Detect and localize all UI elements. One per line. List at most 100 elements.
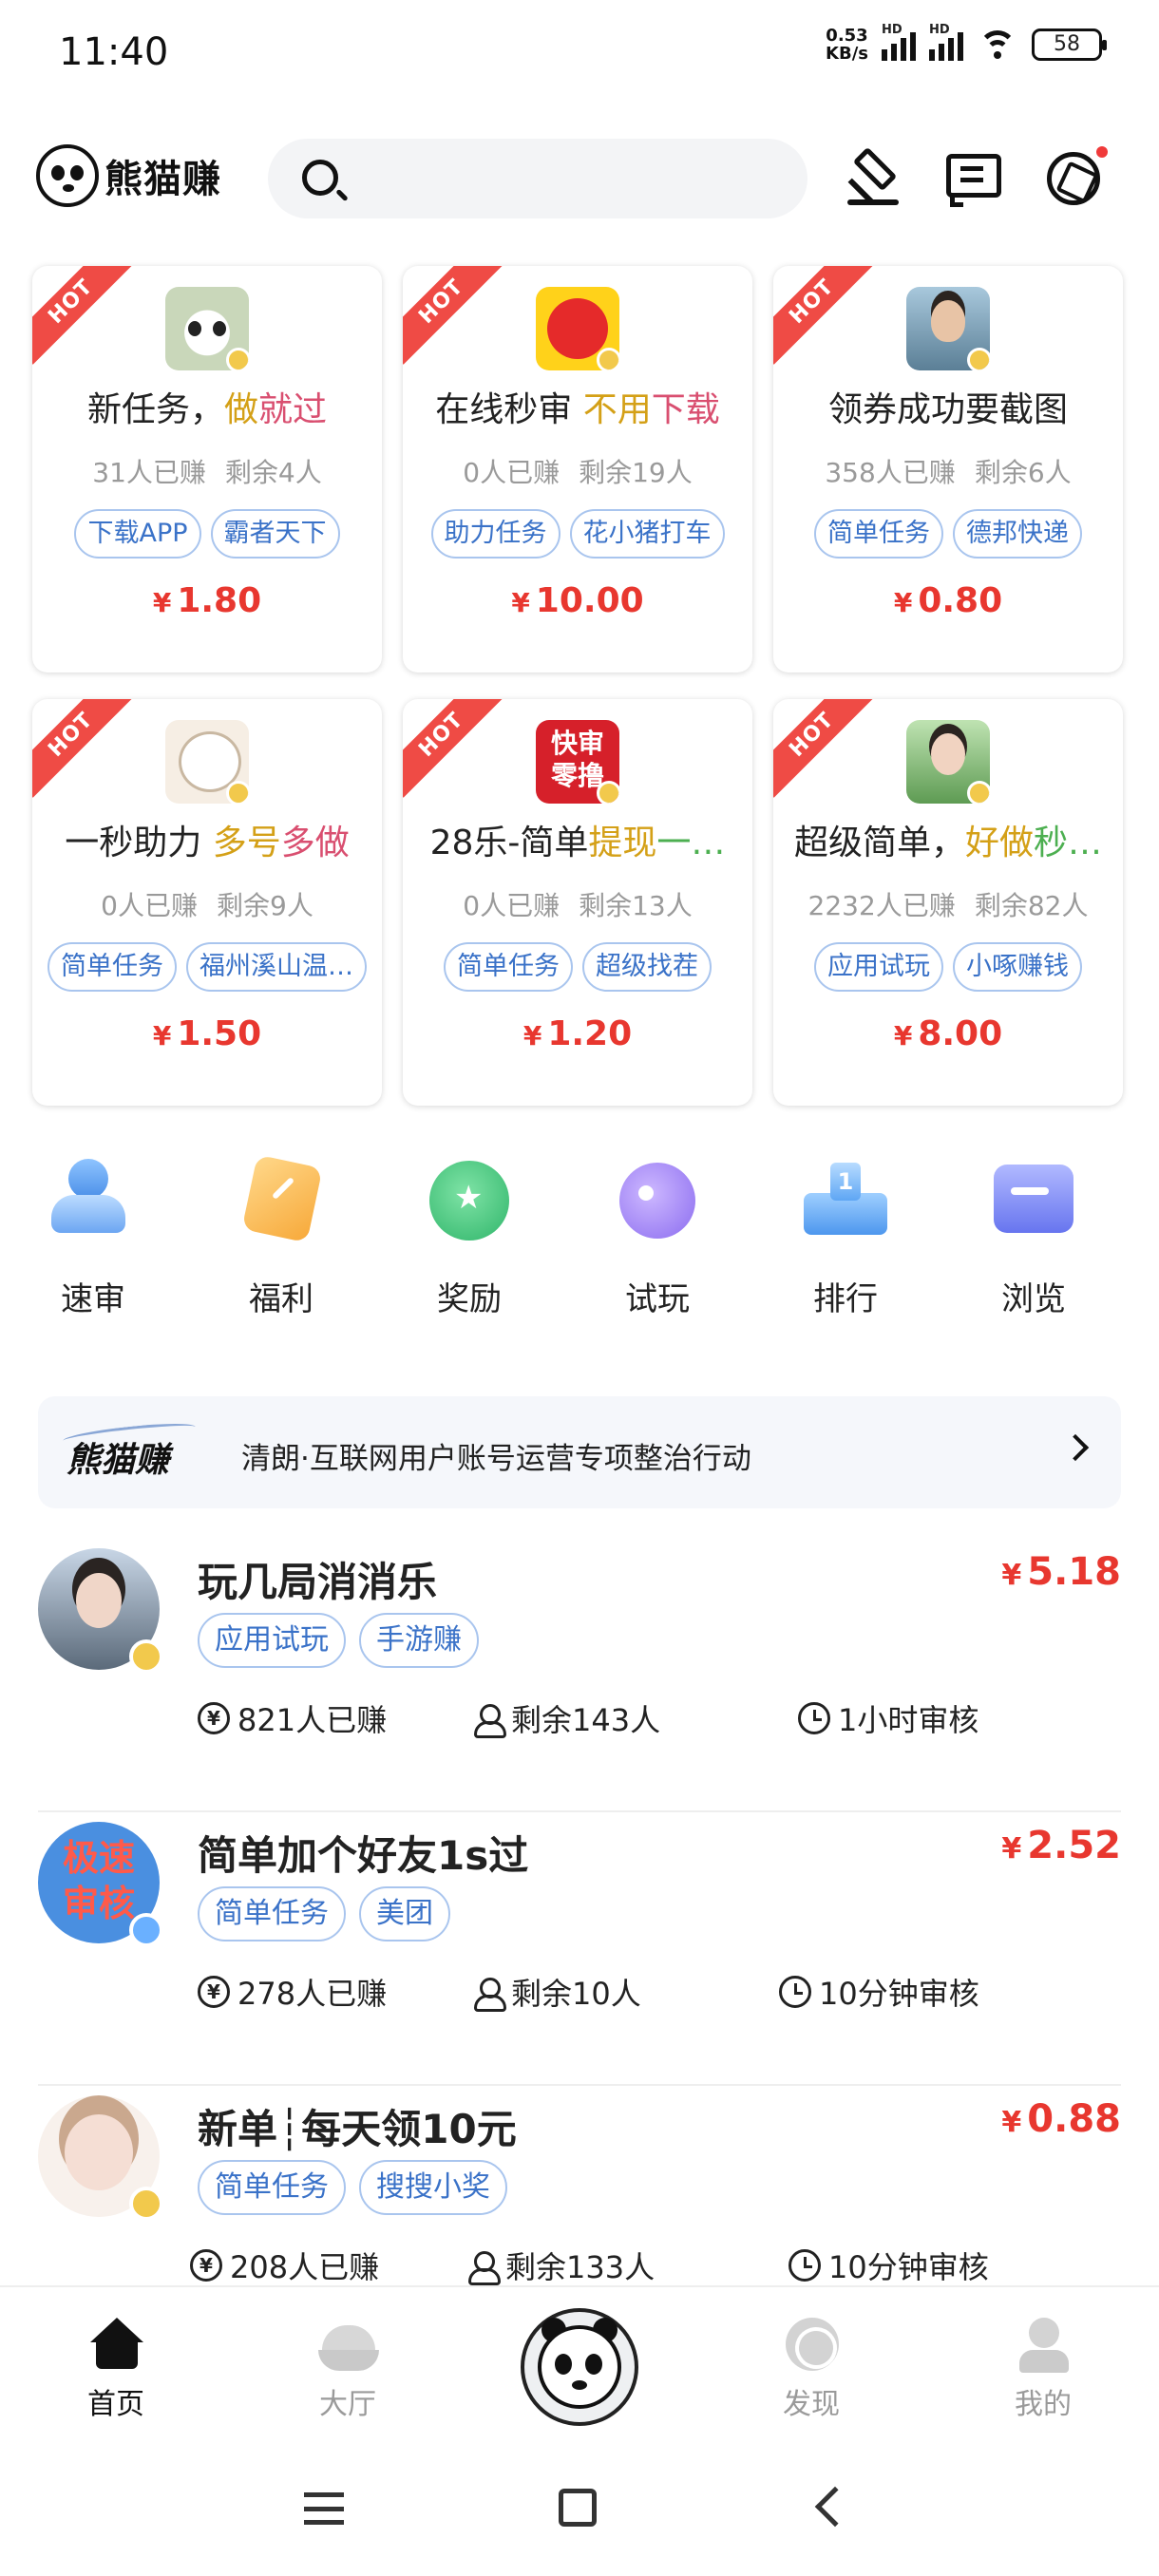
currency-symbol: ¥ xyxy=(893,587,913,618)
task-tag[interactable]: 简单任务 xyxy=(198,2160,346,2215)
nav-tab-hall[interactable]: 大厅 xyxy=(272,2316,424,2422)
task-tag[interactable]: 简单任务 xyxy=(444,942,573,992)
review-time: 10分钟审核 xyxy=(788,2244,989,2287)
net-speed-unit: KB/s xyxy=(826,44,868,64)
crown-badge-icon xyxy=(597,348,619,370)
price-value: 2.52 xyxy=(1027,1824,1121,1867)
panda-center-button[interactable] xyxy=(521,2308,638,2426)
crown-badge-icon xyxy=(967,781,990,804)
task-tag[interactable]: 超级找茬 xyxy=(582,942,712,992)
category-fast-review[interactable]: 速审 xyxy=(27,1151,160,1319)
category-label: 速审 xyxy=(61,1280,125,1318)
search-bar[interactable] xyxy=(268,139,808,218)
crown-badge-icon xyxy=(129,1913,163,1947)
hot-task-stats: 2232人已赚 剩余82人 xyxy=(773,885,1123,923)
category-reward[interactable]: ★ 奖励 xyxy=(403,1151,536,1319)
back-arrow-icon[interactable] xyxy=(814,2486,856,2528)
task-tag[interactable]: 德邦快递 xyxy=(953,509,1082,559)
task-tag[interactable]: 简单任务 xyxy=(198,1886,346,1941)
avatar-text: 极速审核 xyxy=(62,1837,135,1924)
task-tag[interactable]: 简单任务 xyxy=(814,509,943,559)
category-label: 浏览 xyxy=(1001,1280,1066,1318)
task-list-item[interactable]: 极速审核 简单加个好友1s过 ¥2.52 简单任务 美团 ¥278人已赚 剩余1… xyxy=(38,1812,1121,2086)
trial-icon xyxy=(610,1151,705,1246)
task-tags: 简单任务 美团 xyxy=(198,1886,450,1941)
recent-apps-icon[interactable] xyxy=(304,2492,344,2525)
nav-tab-discover[interactable]: 发现 xyxy=(735,2316,887,2422)
currency-symbol: ¥ xyxy=(1001,1559,1022,1592)
task-price: ¥2.52 xyxy=(1001,1824,1121,1867)
status-icons: 0.53 KB/s HD HD 58 xyxy=(826,23,1107,64)
sheep-avatar xyxy=(165,720,249,804)
task-tag[interactable]: 霸者天下 xyxy=(210,509,340,559)
hot-task-stats: 31人已赚 剩余4人 xyxy=(32,452,382,490)
hot-task-card[interactable]: HOT 超级简单，好做秒… 2232人已赚 剩余82人 应用试玩 小啄赚钱 ¥8.00 xyxy=(773,699,1123,1106)
system-nav-bar xyxy=(0,2445,1159,2576)
task-tag[interactable]: 美团 xyxy=(359,1886,450,1941)
earned-text: 358人已赚 xyxy=(825,457,956,488)
task-tag[interactable]: 搜搜小奖 xyxy=(359,2160,507,2215)
nav-tab-label: 大厅 xyxy=(319,2388,376,2421)
task-list-item[interactable]: 玩几局消消乐 ¥5.18 应用试玩 手游赚 ¥821人已赚 剩余143人 1小时… xyxy=(38,1539,1121,1812)
price-value: 0.88 xyxy=(1027,2097,1121,2141)
task-tag[interactable]: 应用试玩 xyxy=(814,942,943,992)
hot-ribbon: HOT xyxy=(773,699,875,798)
app-header: 熊猫赚 xyxy=(0,133,1159,224)
currency-symbol: ¥ xyxy=(152,587,172,618)
task-avatar: 极速审核 xyxy=(38,1822,163,1947)
task-tag[interactable]: 福州溪山温… xyxy=(186,942,367,992)
search-icon xyxy=(302,160,338,196)
hot-task-card[interactable]: HOT 快审零撸 28乐-简单提现一… 0人已赚 剩余13人 简单任务 超级找茬 ¥1.20 xyxy=(403,699,752,1106)
category-browse[interactable]: 浏览 xyxy=(967,1151,1100,1319)
currency-symbol: ¥ xyxy=(1001,2106,1022,2139)
remaining-text: 剩余9人 xyxy=(217,890,314,921)
quick-review-avatar: 快审零撸 xyxy=(536,720,619,804)
title-highlight: 多做 xyxy=(280,824,350,862)
notice-banner[interactable]: 熊猫赚 清朗·互联网用户账号运营专项整治行动 xyxy=(38,1396,1121,1508)
title-highlight: 多号 xyxy=(212,824,281,862)
auction-hammer-icon[interactable] xyxy=(842,146,904,209)
nav-tab-label: 首页 xyxy=(87,2388,144,2421)
hot-ribbon: HOT xyxy=(32,699,134,798)
task-tag[interactable]: 简单任务 xyxy=(48,942,177,992)
title-highlight: 提现 xyxy=(588,824,657,862)
task-tag[interactable]: 花小猪打车 xyxy=(569,509,725,559)
remaining-text: 剩余133人 xyxy=(505,2249,656,2285)
hot-task-price: ¥1.80 xyxy=(32,581,382,620)
user-icon xyxy=(471,1702,506,1738)
task-price: ¥5.18 xyxy=(1001,1550,1121,1594)
message-icon[interactable] xyxy=(942,146,1005,209)
hot-task-card[interactable]: HOT 一秒助力 多号多做 0人已赚 剩余9人 简单任务 福州溪山温… ¥1.50 xyxy=(32,699,382,1106)
hot-task-card[interactable]: HOT 领券成功要截图 358人已赚 剩余6人 简单任务 德邦快递 ¥0.80 xyxy=(773,266,1123,672)
task-tag[interactable]: 应用试玩 xyxy=(198,1613,346,1668)
category-trial[interactable]: 试玩 xyxy=(591,1151,724,1319)
earned-text: 31人已赚 xyxy=(92,457,206,488)
signal-icon: HD xyxy=(929,23,963,61)
search-input[interactable] xyxy=(363,150,781,207)
home-square-icon[interactable] xyxy=(559,2489,597,2527)
nav-tab-label: 发现 xyxy=(783,2388,840,2421)
crown-badge-icon xyxy=(226,348,249,370)
hot-task-stats: 0人已赚 剩余9人 xyxy=(32,885,382,923)
task-tag[interactable]: 手游赚 xyxy=(359,1613,479,1668)
page: 11:40 0.53 KB/s HD HD 58 熊猫赚 HOT 新任务，做就过… xyxy=(0,0,1159,2576)
category-ranking[interactable]: 1 排行 xyxy=(779,1151,912,1319)
hot-task-card[interactable]: HOT 新任务，做就过 31人已赚 剩余4人 下载APP 霸者天下 ¥1.80 xyxy=(32,266,382,672)
category-label: 奖励 xyxy=(437,1280,502,1318)
category-welfare[interactable]: 福利 xyxy=(215,1151,348,1319)
earned-text: 208人已赚 xyxy=(230,2249,380,2285)
earned-text: 2232人已赚 xyxy=(808,890,956,921)
task-tag[interactable]: 助力任务 xyxy=(430,509,560,559)
panda-logo-icon xyxy=(36,144,99,207)
price-value: 1.20 xyxy=(547,1014,633,1053)
nav-tab-home[interactable]: 首页 xyxy=(40,2316,192,2422)
camera-shutter-icon[interactable] xyxy=(1041,146,1108,209)
task-tag[interactable]: 下载APP xyxy=(74,509,201,559)
hot-ribbon: HOT xyxy=(773,266,875,365)
task-tags: 应用试玩 手游赚 xyxy=(198,1613,479,1668)
title-highlight: 好做 xyxy=(964,824,1034,862)
task-tag[interactable]: 小啄赚钱 xyxy=(953,942,1082,992)
hot-task-card[interactable]: HOT 在线秒审 不用下载 0人已赚 剩余19人 助力任务 花小猪打车 ¥10.00 xyxy=(403,266,752,672)
ranking-icon: 1 xyxy=(798,1151,893,1246)
nav-tab-profile[interactable]: 我的 xyxy=(967,2316,1119,2422)
